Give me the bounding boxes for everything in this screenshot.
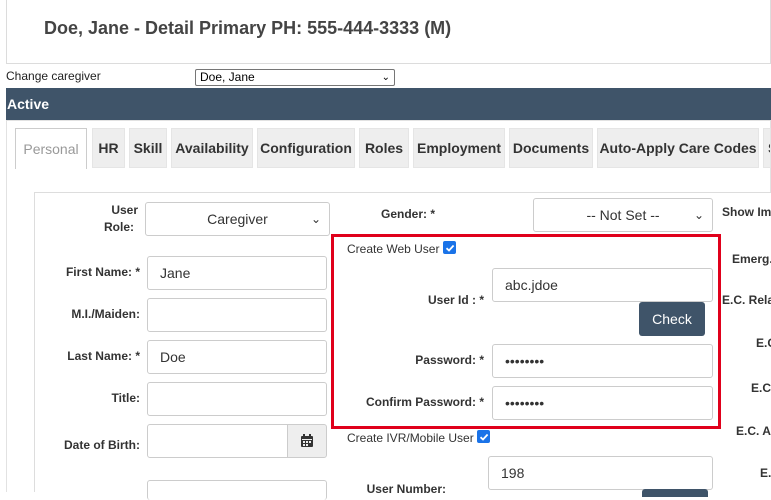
dob-input[interactable]	[147, 424, 288, 458]
chevron-down-icon: ⌄	[693, 208, 704, 222]
check-button[interactable]: Check	[639, 302, 705, 336]
user-number-input[interactable]: 198	[488, 456, 713, 490]
user-role-label-line2: Role:	[104, 220, 134, 234]
tab-auto-apply-care-codes[interactable]: Auto-Apply Care Codes	[597, 128, 759, 168]
caregiver-select[interactable]: Doe, Jane ⌄	[195, 69, 395, 86]
ec-address-label: E.C. A	[736, 424, 771, 438]
password-input[interactable]: ••••••••	[492, 344, 713, 378]
page-title: Doe, Jane - Detail Primary PH: 555-444-3…	[44, 18, 452, 38]
mi-maiden-input[interactable]	[147, 298, 327, 332]
password-label: Password: *	[415, 353, 484, 367]
caregiver-select-value: Doe, Jane	[200, 70, 255, 84]
ec-label-2: E.C	[751, 381, 771, 395]
checkmark-icon	[479, 433, 488, 441]
chevron-down-icon: ⌄	[310, 212, 321, 226]
status-bar	[6, 88, 771, 120]
last-name-input[interactable]: Doe	[147, 340, 327, 374]
user-number-label: User Number:	[366, 482, 446, 496]
tab-configuration[interactable]: Configuration	[257, 128, 355, 168]
tab-availability[interactable]: Availability	[171, 128, 253, 168]
gender-select[interactable]: -- Not Set -- ⌄	[533, 198, 713, 232]
create-ivr-user-label: Create IVR/Mobile User	[347, 431, 474, 445]
ec-relation-label: E.C. Rela	[722, 293, 771, 307]
tab-personal[interactable]: Personal	[15, 128, 87, 169]
tab-hr[interactable]: HR	[92, 128, 125, 168]
confirm-password-label: Confirm Password: *	[365, 395, 484, 409]
create-web-user-label: Create Web User	[347, 242, 440, 256]
tab-roles[interactable]: Roles	[359, 128, 409, 168]
confirm-password-input[interactable]: ••••••••	[492, 386, 713, 420]
calendar-button[interactable]	[287, 424, 327, 458]
gender-label: Gender: *	[380, 207, 435, 221]
tab-partial[interactable]: S	[763, 128, 771, 168]
tab-skill[interactable]: Skill	[129, 128, 167, 168]
tab-employment[interactable]: Employment	[413, 128, 505, 168]
checkmark-icon	[445, 244, 454, 252]
show-im-label: Show Im	[722, 205, 771, 219]
mi-maiden-label: M.I./Maiden:	[71, 307, 140, 321]
next-field-input[interactable]	[147, 480, 327, 500]
title-input[interactable]	[147, 382, 327, 416]
user-id-input[interactable]: abc.jdoe	[492, 268, 713, 302]
calendar-icon	[301, 434, 313, 447]
first-name-input[interactable]: Jane	[147, 256, 327, 290]
ec-label-1: E.C	[756, 336, 771, 350]
create-web-user-checkbox[interactable]	[443, 241, 456, 254]
gender-value: -- Not Set --	[586, 207, 660, 223]
change-caregiver-label: Change caregiver	[6, 69, 101, 83]
status-label: Active	[7, 96, 50, 112]
title-label: Title:	[111, 391, 140, 405]
last-name-label: Last Name: *	[67, 349, 140, 363]
create-ivr-user-checkbox[interactable]	[477, 430, 490, 443]
user-role-select[interactable]: Caregiver ⌄	[145, 202, 330, 236]
user-role-label-line1: User	[111, 203, 138, 217]
user-id-label: User Id : *	[427, 293, 484, 307]
dob-label: Date of Birth:	[64, 438, 140, 452]
chevron-down-icon: ⌄	[381, 72, 390, 83]
partial-button[interactable]	[642, 489, 708, 497]
first-name-label: First Name: *	[65, 265, 140, 279]
tab-documents[interactable]: Documents	[509, 128, 593, 168]
user-role-value: Caregiver	[207, 211, 268, 227]
emergency-label: Emerg.	[732, 252, 771, 266]
ec-email-label: E.	[760, 466, 771, 480]
